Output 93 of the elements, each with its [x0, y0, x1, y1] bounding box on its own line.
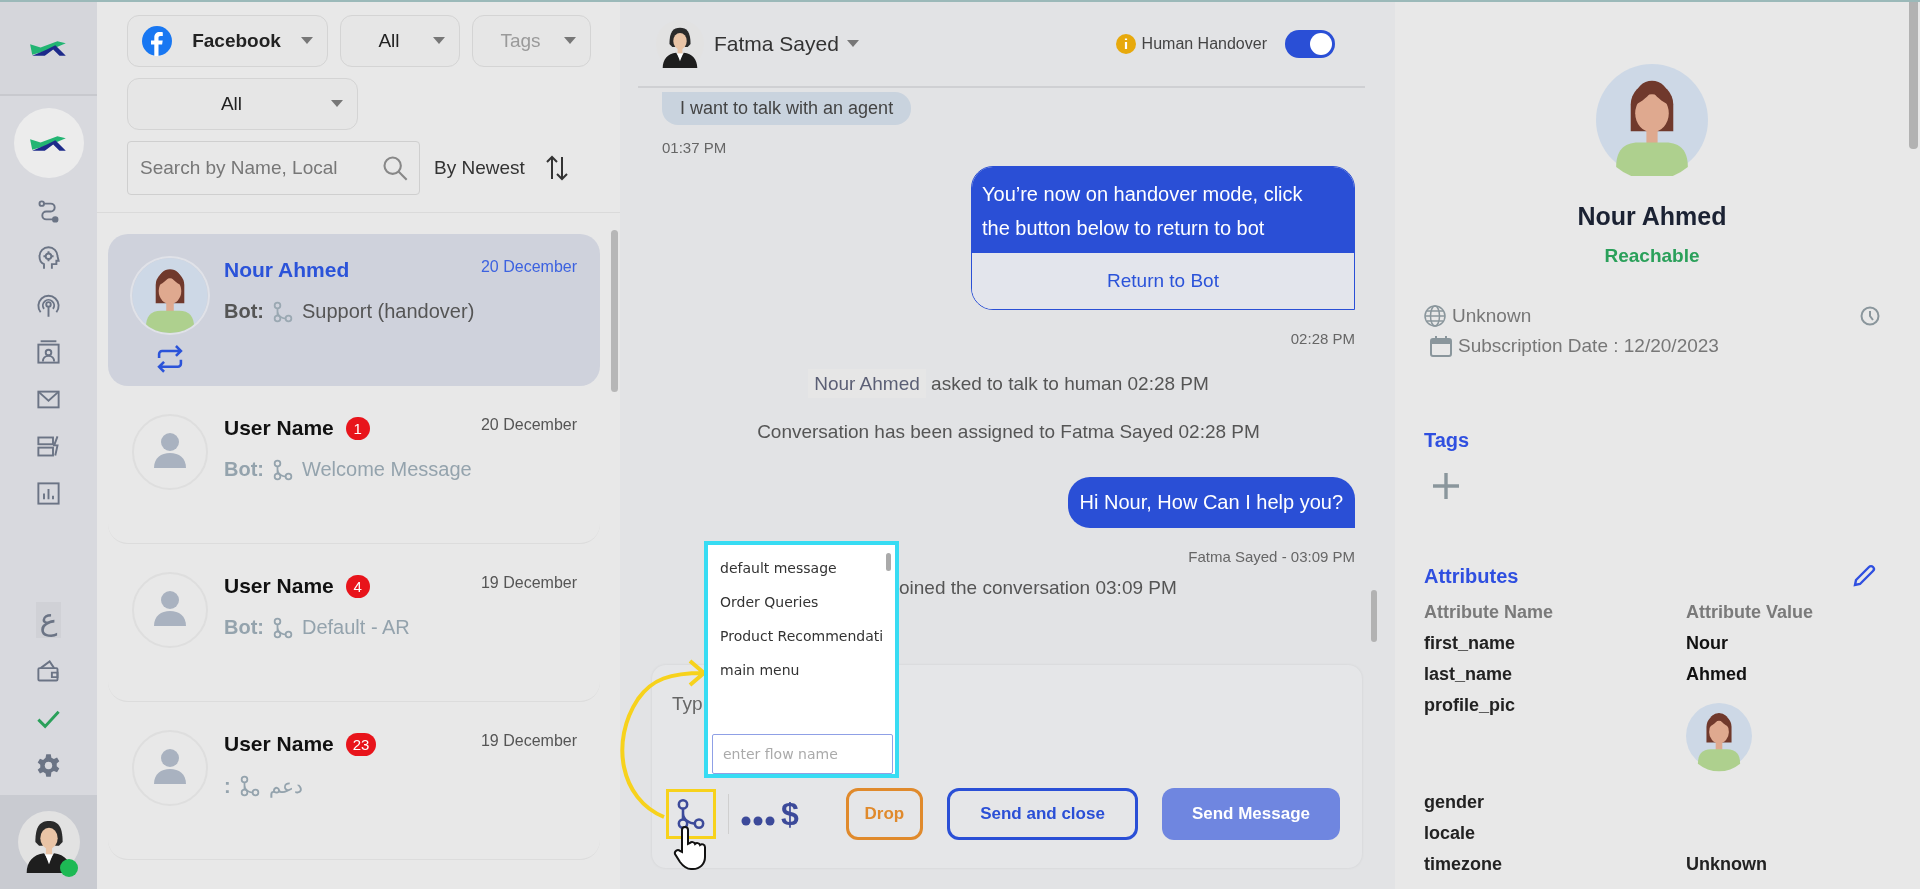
flow-name: دعم — [268, 774, 303, 798]
flow-icon — [272, 458, 294, 481]
location-text: Unknown — [1452, 305, 1532, 327]
message-time: 02:28 PM — [1290, 330, 1355, 347]
flow-option[interactable]: Order Queries — [720, 585, 895, 619]
contact-name: Nour Ahmed — [224, 258, 350, 282]
sort-label[interactable]: By Newest — [434, 157, 525, 179]
system-message: Conversation has been assigned to Fatma Sayed 02:28 PM — [757, 421, 1260, 443]
clock-icon — [1860, 306, 1880, 326]
add-icon[interactable] — [1432, 472, 1460, 500]
calendar-icon — [1430, 335, 1452, 357]
caret-icon — [846, 40, 859, 48]
conversation-card[interactable]: User Name 1 20 December Bot: Welcome Message — [108, 392, 600, 544]
flow-name: Welcome Message — [302, 458, 472, 481]
message-time: Fatma Sayed - 03:09 PM — [1188, 548, 1355, 565]
globe-icon — [1424, 305, 1446, 327]
attribute-value: Unknown — [1686, 854, 1768, 875]
sort-icon[interactable] — [544, 155, 569, 181]
flow-option[interactable]: main menu — [720, 653, 895, 687]
conversation-card[interactable]: Nour Ahmed 20 December Bot: Support (handover) — [108, 234, 600, 386]
flow-option[interactable]: default message — [720, 551, 895, 585]
conversation-date: 20 December — [480, 258, 577, 276]
outgoing-message: You’re now on handover mode, click the button below to return to bot — [972, 167, 1354, 253]
contact-name: Nour Ahmed — [1577, 202, 1727, 231]
settings-icon[interactable] — [35, 752, 62, 779]
contact-name: User Name — [224, 732, 334, 756]
subscription-date: Subscription Date : 12/20/2023 — [1458, 335, 1719, 357]
column-header: Attribute Name — [1424, 602, 1554, 623]
attribute-name: first_name — [1424, 633, 1517, 654]
agent-avatar — [17, 811, 80, 873]
currency-button[interactable]: $ — [781, 795, 799, 833]
message-input[interactable]: Typ — [672, 693, 703, 753]
caret-icon — [301, 37, 313, 45]
conversation-date: 20 December — [480, 416, 577, 434]
agent-selector[interactable]: Fatma Sayed — [714, 32, 859, 56]
flow-option[interactable]: Product Recommendati — [720, 619, 895, 653]
conversation-date: 19 December — [480, 732, 577, 750]
chart-icon[interactable] — [35, 480, 62, 507]
reachability-status: Reachable — [1604, 245, 1700, 267]
contact-name: User Name — [224, 416, 334, 440]
flow-icon — [238, 775, 261, 797]
more-icon[interactable] — [741, 816, 775, 826]
unread-badge: 4 — [345, 574, 370, 598]
attribute-value: Nour — [1686, 633, 1729, 654]
outgoing-message: Hi Nour, How Can I help you? — [1067, 477, 1355, 528]
contact-card-icon[interactable] — [35, 339, 62, 366]
bot-label: Bot: — [224, 616, 264, 639]
edit-icon[interactable] — [1852, 564, 1876, 588]
conversation-date: 19 December — [480, 574, 577, 592]
handover-toggle[interactable] — [1285, 30, 1335, 58]
attribute-name: last_name — [1424, 664, 1514, 685]
attribute-value: Ahmed — [1686, 664, 1748, 685]
filter-dropdown[interactable]: All — [127, 78, 358, 130]
bot-label: Bot: — [224, 458, 264, 481]
caret-icon — [331, 100, 343, 108]
flow-icon — [675, 798, 707, 830]
bot-label: Bot: — [224, 300, 264, 323]
return-to-bot-button[interactable]: Return to Bot — [972, 253, 1354, 309]
attribute-name: gender — [1424, 792, 1485, 813]
filter-dropdown[interactable]: Facebook — [127, 15, 328, 67]
caret-icon — [564, 37, 576, 45]
search-field[interactable]: Search by Name, Local — [127, 141, 420, 195]
incoming-message: I want to talk with an agent — [662, 92, 912, 125]
scrollbar[interactable] — [1909, 2, 1918, 149]
bot-label: : — [224, 774, 231, 798]
message-time: 01:37 PM — [662, 139, 728, 156]
flow-name: Support (handover) — [302, 300, 475, 323]
section-title: Tags — [1424, 429, 1471, 452]
caret-icon — [433, 37, 445, 45]
contact-name: User Name — [224, 574, 334, 598]
unread-badge: 23 — [345, 732, 377, 756]
unread-badge: 1 — [345, 416, 370, 440]
broadcast-icon[interactable] — [35, 292, 62, 319]
flow-icon — [272, 300, 294, 323]
section-title: Attributes — [1424, 564, 1519, 588]
filter-dropdown[interactable]: All — [340, 15, 460, 67]
action-button[interactable]: Send and close — [947, 788, 1138, 840]
hand-cursor-icon — [672, 824, 706, 870]
scrollbar[interactable] — [611, 230, 618, 392]
conversation-card[interactable]: User Name 4 19 December Bot: Default - AR — [108, 550, 600, 702]
handover-label: Human Handover — [1141, 35, 1267, 53]
attribute-name: locale — [1424, 823, 1477, 844]
flow-icon — [272, 616, 294, 639]
scrollbar[interactable] — [886, 553, 891, 571]
attribute-name: timezone — [1424, 854, 1503, 875]
search-icon — [381, 154, 409, 182]
attribute-name: profile_pic — [1424, 695, 1517, 717]
scrollbar[interactable] — [1371, 590, 1377, 642]
system-message: oined the conversation 03:09 PM — [899, 577, 1178, 599]
column-header: Attribute Value — [1686, 602, 1815, 623]
flow-name: Default - AR — [302, 616, 410, 639]
facebook-icon — [142, 26, 172, 56]
info-icon — [1115, 34, 1136, 54]
